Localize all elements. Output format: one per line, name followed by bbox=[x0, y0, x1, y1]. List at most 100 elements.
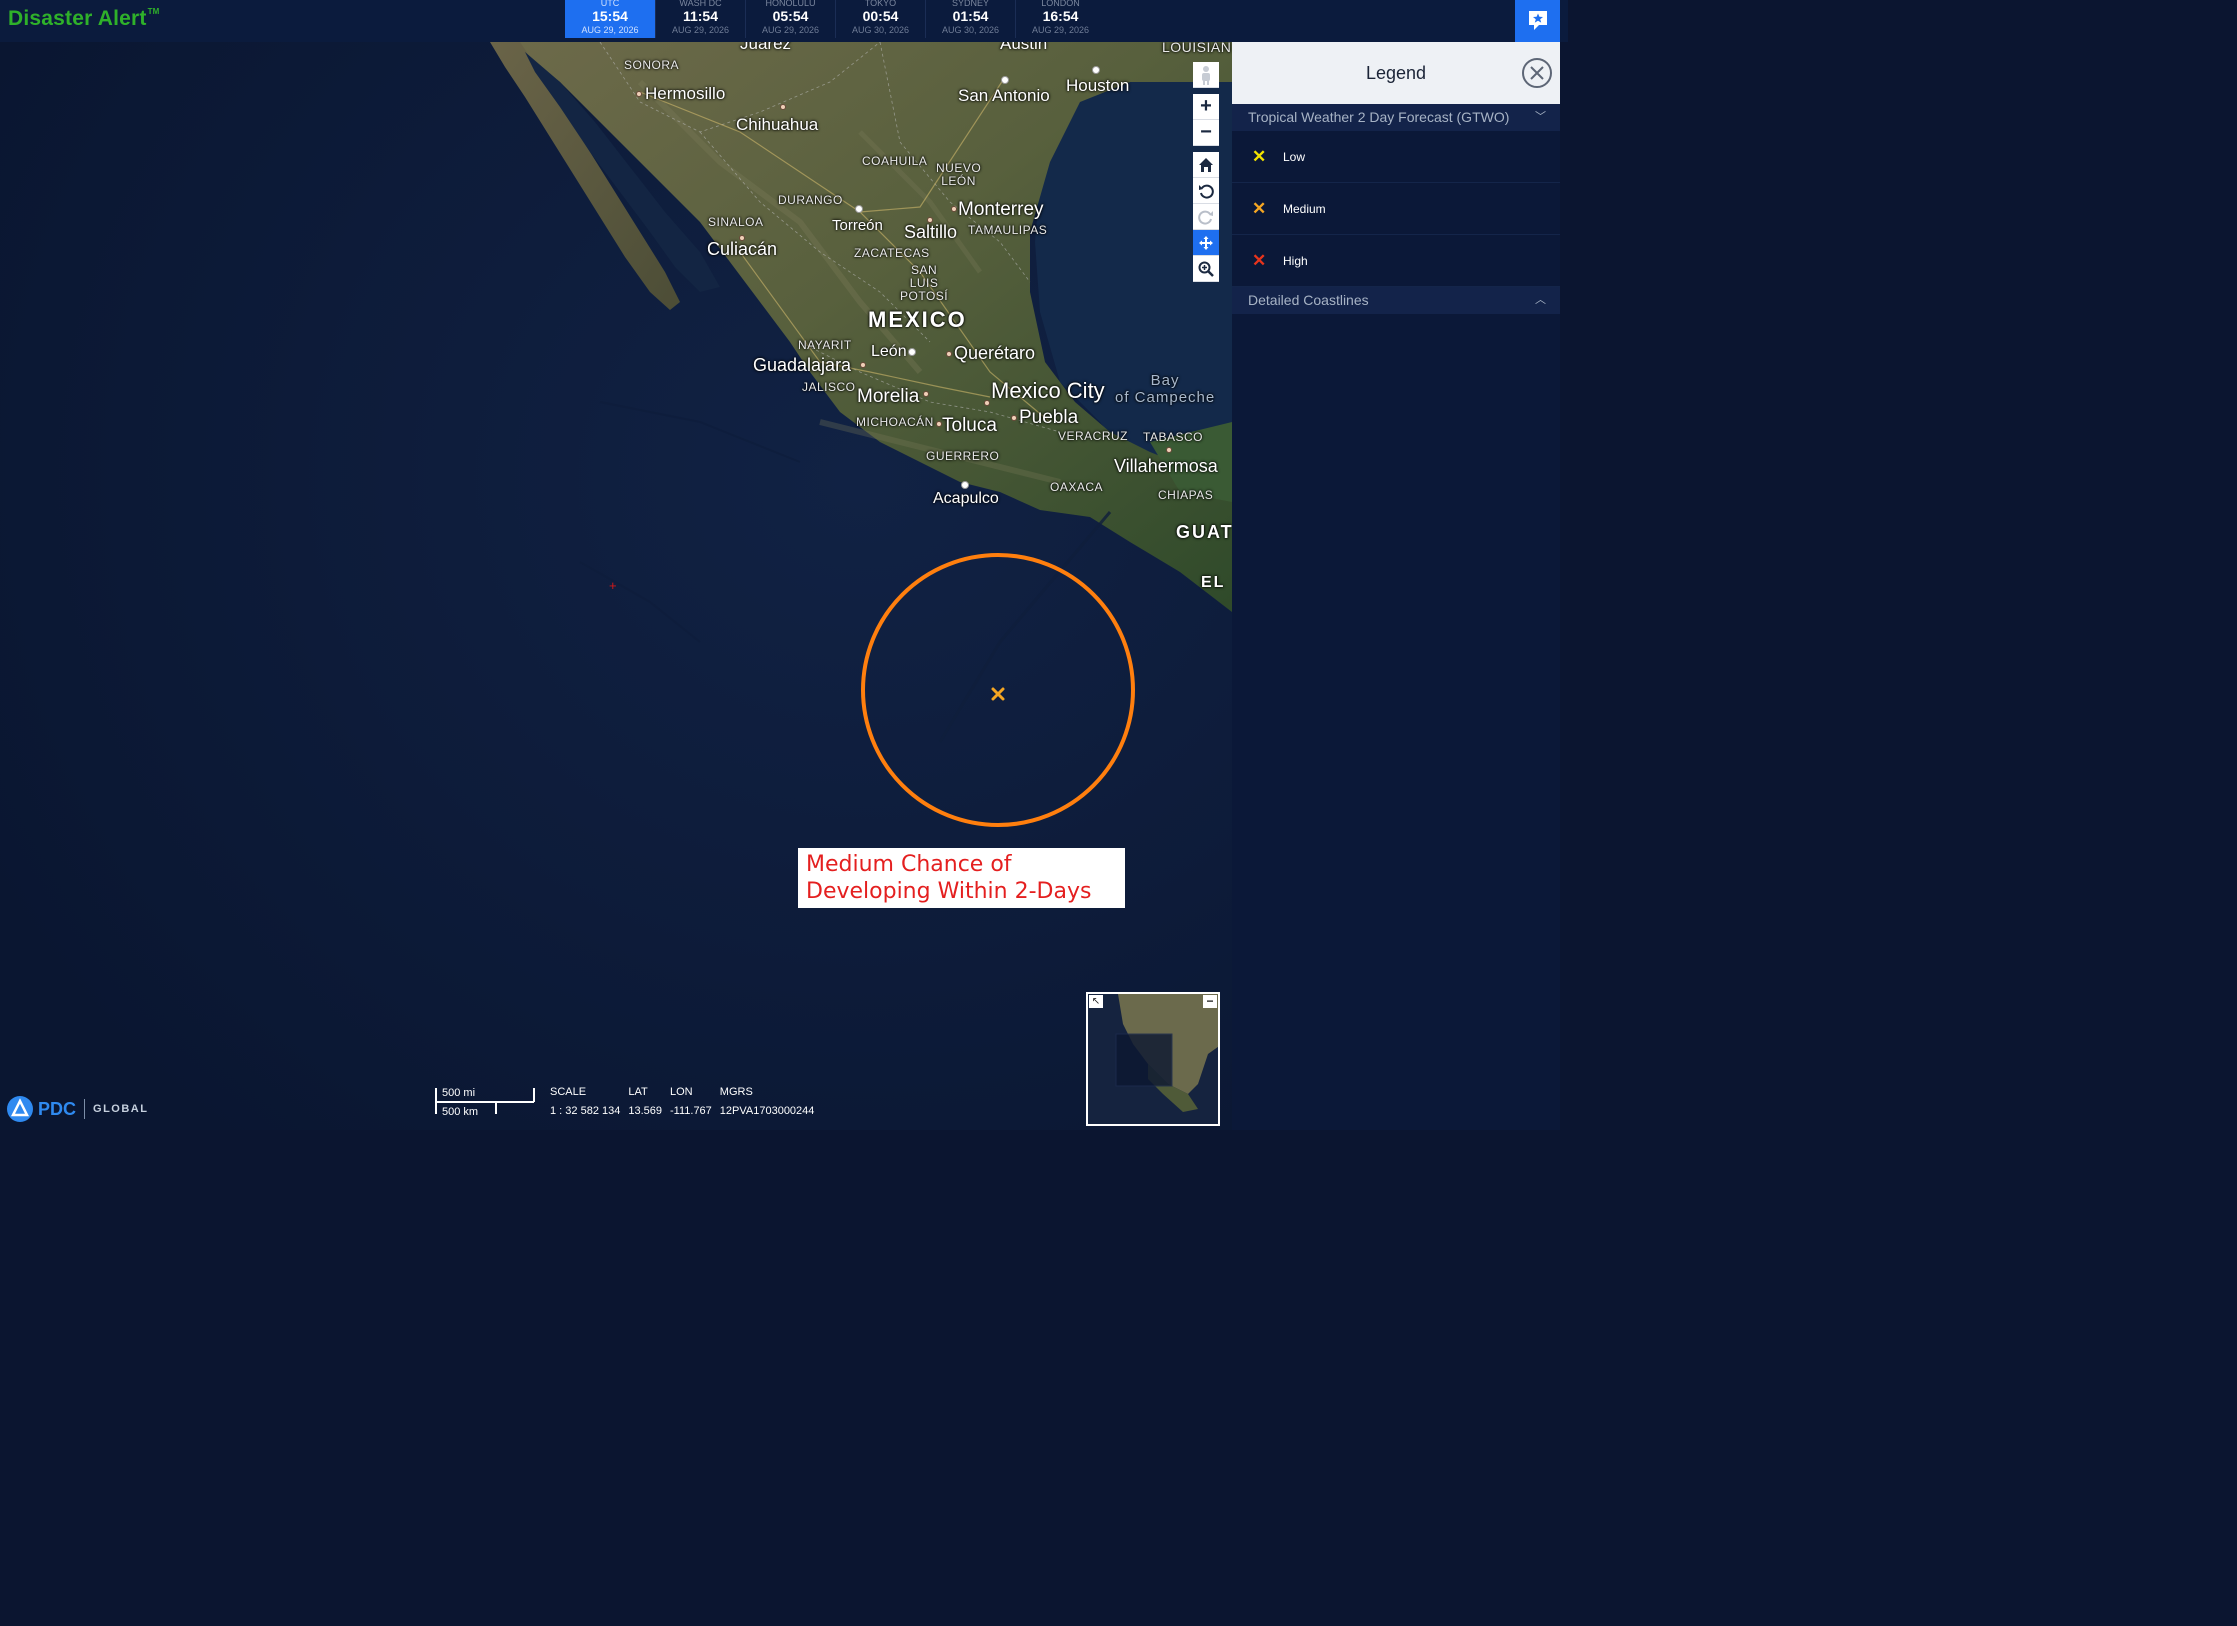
city-dot bbox=[1011, 415, 1017, 421]
clock-date: AUG 29, 2026 bbox=[761, 25, 820, 35]
scale-value: 1 : 32 582 134 bbox=[550, 1105, 621, 1117]
place-label: VERACRUZ bbox=[1058, 429, 1129, 443]
pdc-logo[interactable]: PDC GLOBAL bbox=[6, 1095, 148, 1123]
rotate-right-button[interactable] bbox=[1193, 204, 1219, 230]
place-label: Monterrey bbox=[958, 199, 1044, 220]
place-label: MICHOACÁN bbox=[856, 415, 934, 429]
country-label: MEXICO bbox=[868, 307, 967, 332]
x-marker-icon: ✕ bbox=[1252, 250, 1267, 270]
place-label: SINALOA bbox=[708, 215, 764, 229]
city-dot bbox=[855, 205, 863, 213]
overview-map[interactable]: ↖ − bbox=[1086, 992, 1220, 1126]
clock-utc[interactable]: UTC 15:54 AUG 29, 2026 bbox=[565, 0, 655, 38]
world-clocks: UTC 15:54 AUG 29, 2026 WASH DC 11:54 AUG… bbox=[565, 0, 1105, 38]
logo-divider bbox=[84, 1099, 86, 1119]
clock-city: UTC bbox=[600, 0, 620, 8]
place-label: TAMAULIPAS bbox=[968, 223, 1048, 237]
chevron-up-icon: ︿ bbox=[1535, 294, 1546, 306]
expand-arrow-icon: ↖ bbox=[1091, 996, 1101, 1007]
clock-time: 15:54 bbox=[592, 8, 628, 24]
legend-panel: Legend Tropical Weather 2 Day Forecast (… bbox=[1232, 42, 1560, 1130]
rotate-left-button[interactable] bbox=[1193, 178, 1219, 204]
expand-overview-button[interactable]: ↖ bbox=[1089, 995, 1103, 1008]
legend-item-label: High bbox=[1283, 253, 1308, 268]
city-dot bbox=[1001, 76, 1009, 84]
legend-group-gtwo[interactable]: Tropical Weather 2 Day Forecast (GTWO) ﹀ bbox=[1232, 104, 1560, 131]
place-label: Acapulco bbox=[933, 490, 999, 507]
place-label: Villahermosa bbox=[1114, 456, 1218, 476]
chevron-down-icon: ﹀ bbox=[1535, 111, 1546, 123]
clock-london[interactable]: LONDON 16:54 AUG 29, 2026 bbox=[1015, 0, 1105, 38]
close-icon bbox=[1530, 66, 1544, 80]
rotate-left-icon bbox=[1199, 184, 1214, 199]
city-dot bbox=[984, 400, 990, 406]
legend-group-title: Detailed Coastlines bbox=[1248, 292, 1369, 308]
place-label: Torreón bbox=[832, 217, 883, 234]
place-label: Morelia bbox=[857, 386, 920, 407]
pdc-logo-text: PDC bbox=[38, 1098, 77, 1119]
place-label: ZACATECAS bbox=[854, 246, 930, 260]
place-label: Hermosillo bbox=[645, 84, 726, 103]
place-label: Guadalajara bbox=[753, 355, 852, 375]
pan-icon bbox=[1199, 235, 1213, 250]
close-legend-button[interactable] bbox=[1522, 58, 1552, 88]
x-marker-icon: ✕ bbox=[1252, 198, 1267, 218]
clock-honolulu[interactable]: HONOLULU 05:54 AUG 29, 2026 bbox=[745, 0, 835, 38]
city-dot bbox=[636, 91, 642, 97]
place-label: Saltillo bbox=[904, 222, 958, 242]
legend-title: Legend bbox=[1365, 63, 1427, 83]
city-dot bbox=[1166, 447, 1172, 453]
trademark: TM bbox=[147, 7, 160, 16]
zoom-box-button[interactable] bbox=[1193, 256, 1219, 282]
clock-tokyo[interactable]: TOKYO 00:54 AUG 30, 2026 bbox=[835, 0, 925, 38]
place-label: Austin bbox=[1000, 42, 1048, 53]
place-label: DURANGO bbox=[778, 193, 843, 207]
lon-value: -111.767 bbox=[670, 1105, 712, 1117]
x-marker-icon: ✕ bbox=[1252, 146, 1267, 166]
clock-wash-dc[interactable]: WASH DC 11:54 AUG 29, 2026 bbox=[655, 0, 745, 38]
city-dot bbox=[908, 348, 916, 356]
clock-city: WASH DC bbox=[679, 0, 722, 8]
place-label: OAXACA bbox=[1050, 480, 1104, 494]
legend-item-label: Medium bbox=[1283, 201, 1326, 216]
clock-date: AUG 30, 2026 bbox=[941, 25, 1000, 35]
city-dot bbox=[860, 362, 866, 368]
lat-label: LAT bbox=[628, 1086, 648, 1098]
minus-icon: − bbox=[1206, 994, 1214, 1008]
zoom-box-icon bbox=[1198, 261, 1214, 277]
city-dot bbox=[1092, 66, 1100, 74]
street-view-button[interactable] bbox=[1193, 62, 1219, 88]
lon-label: LON bbox=[670, 1086, 693, 1098]
place-label: Juarez bbox=[740, 42, 792, 53]
clock-city: SYDNEY bbox=[951, 0, 989, 8]
zoom-out-button[interactable]: − bbox=[1193, 120, 1219, 146]
app-name: Disaster Alert bbox=[8, 7, 147, 30]
pan-button[interactable] bbox=[1193, 230, 1219, 256]
zoom-in-icon: + bbox=[1200, 95, 1212, 117]
zoom-in-button[interactable]: + bbox=[1193, 94, 1219, 120]
place-label: Culiacán bbox=[707, 239, 778, 259]
clock-time: 16:54 bbox=[1042, 8, 1079, 24]
home-icon bbox=[1199, 157, 1213, 172]
map-view[interactable]: Juarez Austin LOUISIAN SONORA Hermosillo… bbox=[0, 42, 1232, 1130]
clock-city: LONDON bbox=[1041, 0, 1080, 8]
place-label: LOUISIAN bbox=[1162, 42, 1232, 55]
legend-group-coastlines[interactable]: Detailed Coastlines ︿ bbox=[1232, 287, 1560, 314]
home-button[interactable] bbox=[1193, 152, 1219, 178]
place-label: JALISCO bbox=[802, 380, 856, 394]
map-toolbar: + − bbox=[1193, 62, 1219, 282]
star-flag-icon bbox=[1528, 11, 1547, 30]
clock-date: AUG 29, 2026 bbox=[1031, 25, 1090, 35]
city-dot bbox=[923, 391, 929, 397]
clock-time: 11:54 bbox=[682, 8, 719, 24]
scale-label: SCALE bbox=[550, 1086, 587, 1098]
alerts-button[interactable] bbox=[1515, 0, 1560, 42]
clock-city: TOKYO bbox=[864, 0, 897, 8]
place-label: NUEVO LEÓN bbox=[936, 161, 982, 188]
legend-item-low: ✕ Low bbox=[1232, 131, 1560, 183]
clock-sydney[interactable]: SYDNEY 01:54 AUG 30, 2026 bbox=[925, 0, 1015, 38]
storm-callout[interactable]: Medium Chance of Developing Within 2-Day… bbox=[798, 848, 1125, 908]
place-label: COAHUILA bbox=[862, 154, 928, 168]
bottom-strip bbox=[0, 1130, 1568, 1140]
collapse-overview-button[interactable]: − bbox=[1203, 995, 1217, 1008]
